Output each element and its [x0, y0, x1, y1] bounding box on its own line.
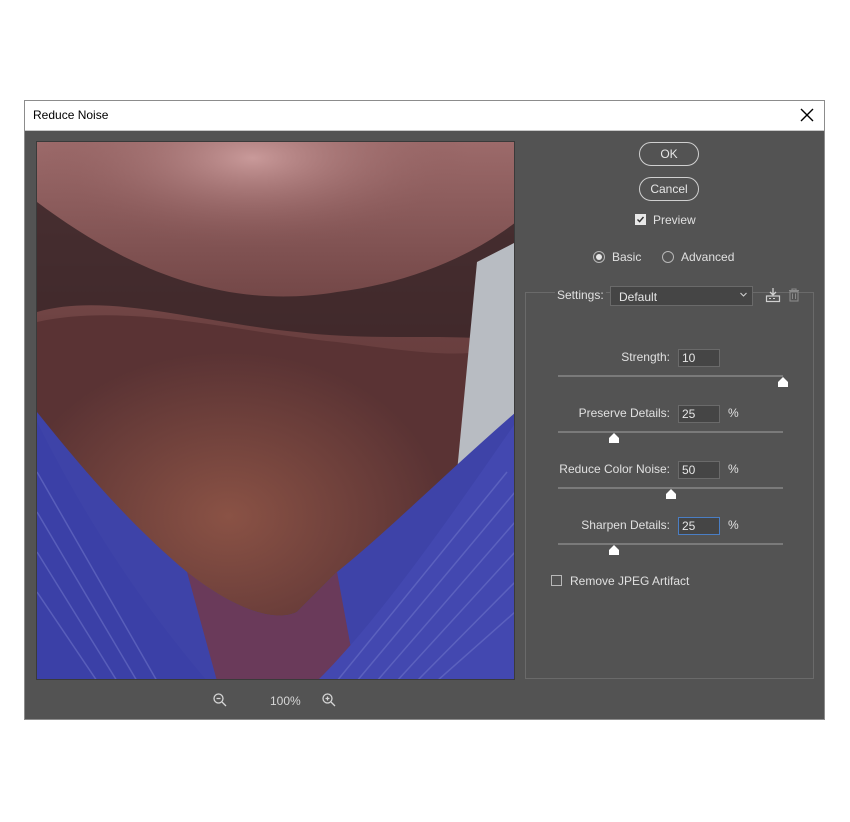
advanced-label: Advanced: [681, 250, 735, 264]
cancel-button[interactable]: Cancel: [639, 177, 699, 201]
dialog-title: Reduce Noise: [33, 108, 109, 122]
preview-photo: [37, 142, 514, 679]
preview-label: Preview: [653, 213, 696, 227]
zoom-out-icon[interactable]: [212, 692, 228, 708]
basic-label: Basic: [612, 250, 642, 264]
trash-icon[interactable]: [786, 287, 802, 303]
close-icon[interactable]: [798, 106, 816, 124]
slider-unit: %: [728, 518, 739, 532]
zoom-in-icon[interactable]: [321, 692, 337, 708]
preview-checkbox[interactable]: [635, 214, 646, 225]
slider-value-input[interactable]: 50: [678, 461, 720, 479]
radio-basic[interactable]: [593, 251, 605, 263]
jpeg-artifact-label: Remove JPEG Artifact: [570, 574, 690, 588]
preview-image[interactable]: [36, 141, 515, 680]
slider-thumb[interactable]: [609, 545, 620, 555]
slider-value-input[interactable]: 10: [678, 349, 720, 367]
slider-unit: %: [728, 462, 739, 476]
check-icon: [637, 216, 645, 223]
slider-unit: %: [728, 406, 739, 420]
slider-track[interactable]: [558, 375, 783, 377]
zoom-level: 100%: [270, 694, 301, 708]
ok-button[interactable]: OK: [639, 142, 699, 166]
chevron-down-icon: [740, 292, 747, 297]
reduce-noise-dialog: Reduce Noise 100% OK Cancel Preview Basi…: [24, 100, 825, 720]
slider-label: Strength:: [621, 350, 670, 364]
slider-thumb[interactable]: [665, 489, 676, 499]
slider-track[interactable]: [558, 543, 783, 545]
save-settings-icon[interactable]: [765, 287, 781, 303]
slider-label: Sharpen Details:: [581, 518, 670, 532]
slider-value-input[interactable]: 25: [678, 405, 720, 423]
settings-dropdown[interactable]: Default: [610, 286, 753, 306]
slider-track[interactable]: [558, 431, 783, 433]
jpeg-artifact-checkbox[interactable]: [551, 575, 562, 586]
slider-label: Reduce Color Noise:: [559, 462, 670, 476]
settings-label: Settings:: [555, 288, 606, 302]
slider-label: Preserve Details:: [578, 406, 670, 420]
slider-thumb[interactable]: [609, 433, 620, 443]
zoom-bar: 100%: [36, 690, 515, 710]
slider-thumb[interactable]: [778, 377, 788, 387]
radio-advanced[interactable]: [662, 251, 674, 263]
slider-value-input[interactable]: 25: [678, 517, 720, 535]
settings-value: Default: [619, 290, 658, 304]
title-bar: Reduce Noise: [25, 101, 824, 131]
